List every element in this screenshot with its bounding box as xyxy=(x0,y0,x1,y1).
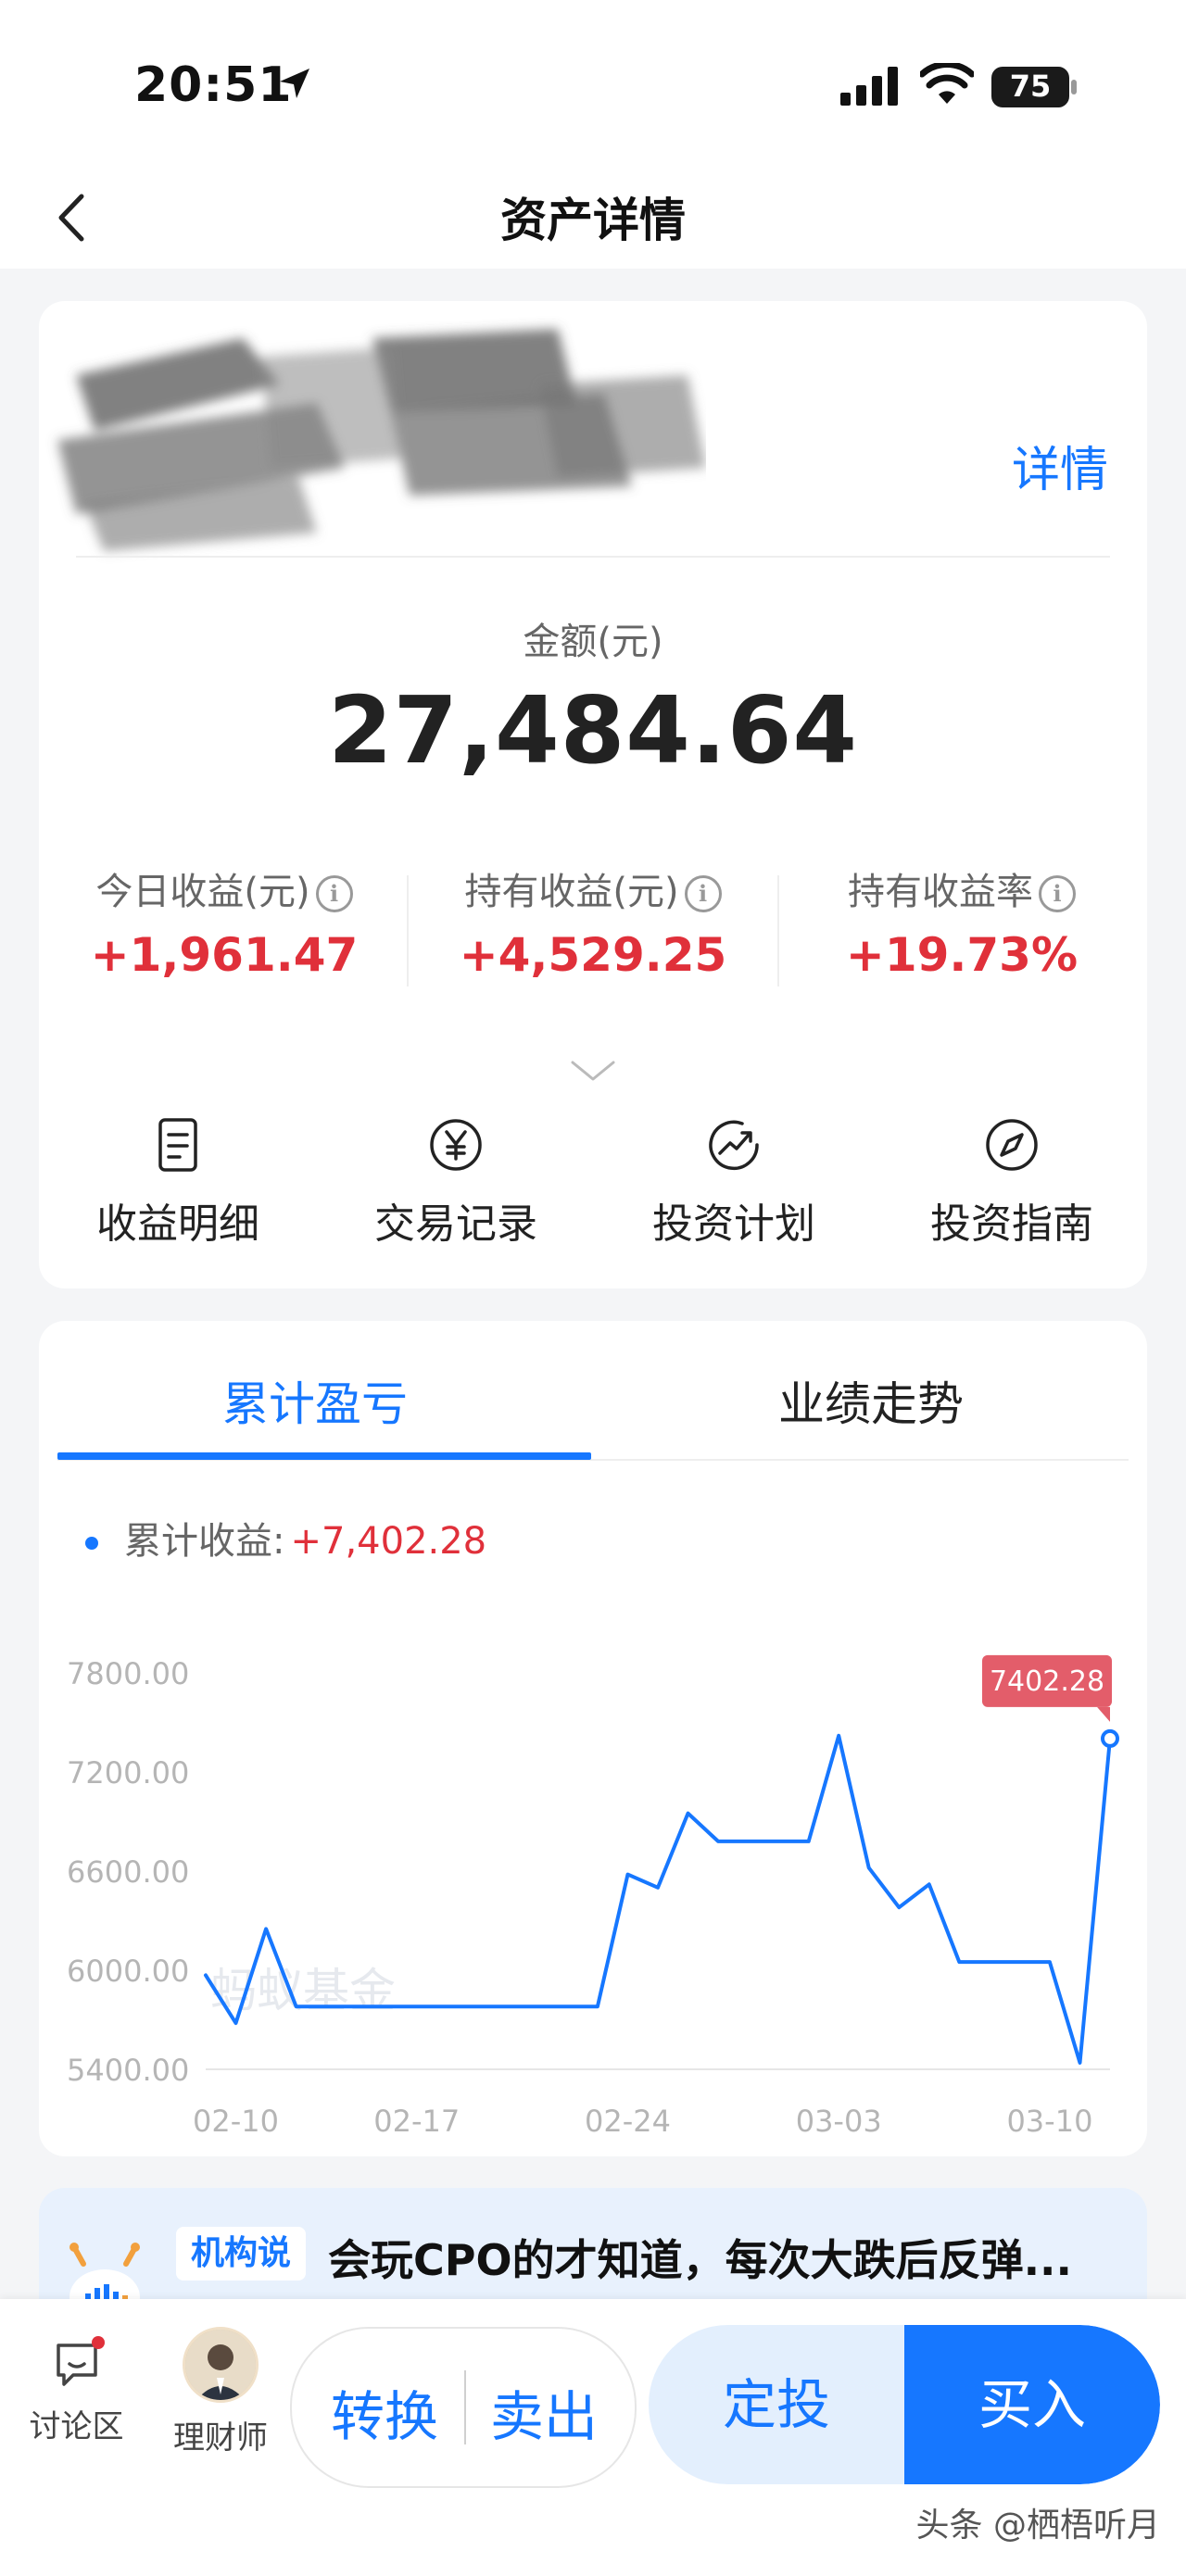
divider xyxy=(464,2370,466,2444)
advisor-avatar xyxy=(183,2327,259,2403)
auto-invest-button[interactable]: 定投 xyxy=(649,2325,904,2484)
performance-card: 累计盈亏 业绩走势 累计收益: +7,402.28 蚂蚁基金 7800.00 7200… xyxy=(39,1321,1147,2156)
info-icon[interactable]: i xyxy=(684,875,722,912)
stat-value: +19.73% xyxy=(845,928,1079,982)
x-tick-label: 02-24 xyxy=(585,2104,671,2139)
info-icon[interactable]: i xyxy=(1039,875,1076,912)
chart-watermark: 蚂蚁基金 xyxy=(210,1964,396,2017)
invest-buy-group: 定投 买入 xyxy=(649,2325,1160,2484)
detail-link[interactable]: 详情 xyxy=(1012,431,1108,500)
legend-value: +7,402.28 xyxy=(290,1520,487,1563)
x-tick-label: 02-10 xyxy=(193,2104,279,2139)
amount-value: 27,484.64 xyxy=(327,676,859,785)
institution-card[interactable]: 机构说 会玩CPO的才知道，每次大跌后反弹... xyxy=(39,2188,1147,2318)
quick-action-label: 投资指南 xyxy=(930,1200,1093,1248)
divider xyxy=(76,556,1110,558)
trend-circle-icon xyxy=(709,1120,759,1171)
redacted-area xyxy=(57,329,706,551)
sell-button[interactable]: 卖出 xyxy=(490,2373,598,2451)
chart-legend: 累计收益: +7,402.28 xyxy=(85,1511,486,1564)
x-tick-label: 02-17 xyxy=(373,2104,460,2139)
compass-icon xyxy=(986,1119,1038,1171)
quick-action-label: 交易记录 xyxy=(374,1200,537,1248)
y-tick-label: 5400.00 xyxy=(67,2053,189,2088)
institution-title: 会玩CPO的才知道，每次大跌后反弹... xyxy=(328,2235,1073,2285)
amount-label: 金额(元) xyxy=(523,621,663,663)
active-tab-indicator xyxy=(57,1452,591,1460)
location-arrow-icon xyxy=(280,69,309,98)
asset-card: 详情 金额(元) 27,484.64 今日收益(元) i +1,961.47 持有… xyxy=(39,301,1147,1288)
quick-action-income-detail[interactable]: 收益明细 xyxy=(39,1116,317,1250)
institution-badge: 机构说 xyxy=(176,2227,307,2281)
last-value-label: 7402.28 xyxy=(990,1665,1104,1698)
legend-label: 累计收益: xyxy=(124,1520,285,1563)
stat-holding[interactable]: 持有收益(元) i +4,529.25 xyxy=(408,861,778,982)
tab-performance-trend[interactable]: 业绩走势 xyxy=(595,1367,1147,1434)
chevron-down-icon[interactable] xyxy=(569,1059,617,1083)
quick-action-label: 投资计划 xyxy=(652,1200,815,1248)
status-time: 20:51 xyxy=(134,57,293,113)
tab-cumulative-pnl[interactable]: 累计盈亏 xyxy=(39,1367,591,1434)
x-tick-label: 03-10 xyxy=(1006,2104,1092,2139)
y-tick-label: 7800.00 xyxy=(67,1656,189,1691)
bottom-action-bar: 讨论区 理财师 转换 卖出 定投 买入 头条 @栖梧听月 xyxy=(0,2299,1186,2576)
y-tick-label: 6000.00 xyxy=(67,1954,189,1989)
stat-rate[interactable]: 持有收益率 i +19.73% xyxy=(776,861,1147,982)
pnl-line-chart[interactable]: 蚂蚁基金7800.007200.006600.006000.005400.000… xyxy=(39,1599,1147,2155)
last-value-tag-pointer xyxy=(1097,1706,1110,1722)
stat-value: +4,529.25 xyxy=(459,928,727,982)
notification-dot xyxy=(91,2336,105,2349)
page-title: 资产详情 xyxy=(500,194,686,247)
quick-action-transactions[interactable]: 交易记录 xyxy=(317,1116,595,1250)
stat-label: 持有收益率 i xyxy=(776,861,1147,915)
quick-action-label: 收益明细 xyxy=(96,1200,259,1248)
quick-action-guide[interactable]: 投资指南 xyxy=(873,1116,1151,1250)
chat-icon xyxy=(49,2336,105,2392)
yen-circle-icon xyxy=(430,1119,482,1171)
x-tick-label: 03-03 xyxy=(796,2104,882,2139)
stat-label: 持有收益(元) i xyxy=(408,861,778,915)
convert-button[interactable]: 转换 xyxy=(331,2373,438,2451)
discuss-button[interactable]: 讨论区 xyxy=(19,2336,134,2446)
advisor-label: 理财师 xyxy=(173,2419,268,2457)
document-icon xyxy=(158,1118,197,1172)
last-point-marker xyxy=(1101,1728,1119,1748)
legend-dot xyxy=(85,1537,98,1550)
quick-action-plan[interactable]: 投资计划 xyxy=(595,1116,873,1250)
battery-icon: 75 xyxy=(991,67,1077,107)
y-tick-label: 7200.00 xyxy=(67,1755,189,1791)
y-tick-label: 6600.00 xyxy=(67,1854,189,1890)
advisor-button[interactable]: 理财师 xyxy=(165,2327,276,2457)
watermark-text: 头条 @栖梧听月 xyxy=(915,2507,1160,2545)
info-icon[interactable]: i xyxy=(315,875,353,912)
discuss-label: 讨论区 xyxy=(29,2408,124,2445)
nav-bar: 资产详情 xyxy=(0,167,1186,269)
wifi-icon xyxy=(920,63,974,104)
status-bar: 20:51 75 xyxy=(0,0,1186,167)
stat-today[interactable]: 今日收益(元) i +1,961.47 xyxy=(39,861,410,982)
buy-button[interactable]: 买入 xyxy=(904,2325,1160,2484)
signal-icon xyxy=(840,67,898,106)
convert-sell-group: 转换 卖出 xyxy=(290,2327,637,2488)
stat-label: 今日收益(元) i xyxy=(39,861,410,915)
stat-value: +1,961.47 xyxy=(90,928,359,982)
battery-percent: 75 xyxy=(1009,69,1052,104)
